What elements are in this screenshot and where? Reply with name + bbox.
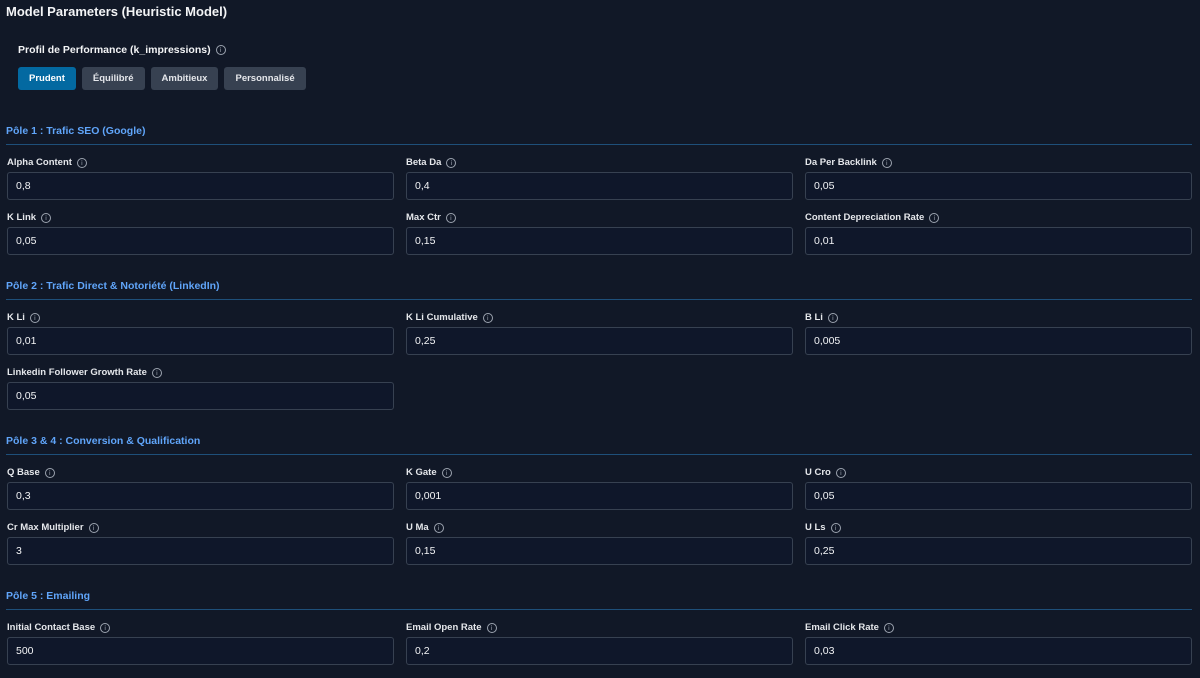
- alpha-content-input[interactable]: [7, 172, 394, 200]
- field-label-u-ls: U Ls i: [805, 522, 841, 533]
- info-icon[interactable]: i: [929, 212, 940, 223]
- field-label-k-gate: K Gate i: [406, 467, 452, 478]
- field-label-text: K Link: [7, 212, 37, 223]
- u-ma-input[interactable]: [406, 537, 793, 565]
- field-label-text: U Cro: [805, 467, 831, 478]
- field-label-text: U Ma: [406, 522, 429, 533]
- info-icon[interactable]: i: [151, 367, 162, 378]
- profile-button-group: Prudent Équilibré Ambitieux Personnalisé: [18, 67, 306, 90]
- page-title: Model Parameters (Heuristic Model): [6, 4, 228, 19]
- k-li-input[interactable]: [7, 327, 394, 355]
- u-ls-input[interactable]: [805, 537, 1192, 565]
- info-icon[interactable]: i: [29, 312, 40, 323]
- section-title-conversion: Pôle 3 & 4 : Conversion & Qualification: [6, 435, 201, 447]
- cr-max-multiplier-input[interactable]: [7, 537, 394, 565]
- section-divider: [6, 609, 1192, 610]
- initial-contact-base-input[interactable]: [7, 637, 394, 665]
- field-label-u-ma: U Ma i: [406, 522, 444, 533]
- field-label-u-cro: U Cro i: [805, 467, 846, 478]
- info-icon[interactable]: i: [88, 522, 99, 533]
- info-icon[interactable]: i: [215, 45, 226, 55]
- k-gate-input[interactable]: [406, 482, 793, 510]
- k-link-input[interactable]: [7, 227, 394, 255]
- section-divider: [6, 299, 1192, 300]
- field-label-text: Max Ctr: [406, 212, 441, 223]
- field-label-max-ctr: Max Ctr i: [406, 212, 456, 223]
- info-icon[interactable]: i: [100, 622, 111, 633]
- profile-button-personnalise[interactable]: Personnalisé: [224, 67, 306, 90]
- info-icon[interactable]: i: [883, 622, 894, 633]
- field-label-da-per-backlink: Da Per Backlink i: [805, 157, 892, 168]
- info-icon[interactable]: i: [830, 522, 841, 533]
- beta-da-input[interactable]: [406, 172, 793, 200]
- field-label-alpha-content: Alpha Content i: [7, 157, 87, 168]
- info-icon[interactable]: i: [441, 467, 452, 478]
- info-icon[interactable]: i: [445, 212, 456, 223]
- max-ctr-input[interactable]: [406, 227, 793, 255]
- field-label-text: Email Open Rate: [406, 622, 482, 633]
- field-label-text: K Gate: [406, 467, 437, 478]
- field-label-cr-max-multiplier: Cr Max Multiplier i: [7, 522, 99, 533]
- info-icon[interactable]: i: [881, 157, 892, 168]
- field-label-text: Beta Da: [406, 157, 442, 168]
- info-icon[interactable]: i: [827, 312, 838, 323]
- email-open-rate-input[interactable]: [406, 637, 793, 665]
- q-base-input[interactable]: [7, 482, 394, 510]
- da-per-backlink-input[interactable]: [805, 172, 1192, 200]
- profile-button-equilibre[interactable]: Équilibré: [81, 67, 145, 90]
- field-label-k-link: K Link i: [7, 212, 52, 223]
- profile-label-text: Profil de Performance (k_impressions): [18, 44, 211, 56]
- section-divider: [6, 144, 1192, 145]
- field-label-text: U Ls: [805, 522, 826, 533]
- field-label-text: Cr Max Multiplier: [7, 522, 84, 533]
- info-icon[interactable]: i: [433, 522, 444, 533]
- u-cro-input[interactable]: [805, 482, 1192, 510]
- field-label-content-depreciation-rate: Content Depreciation Rate i: [805, 212, 940, 223]
- field-label-text: Initial Contact Base: [7, 622, 96, 633]
- field-label-k-li: K Li i: [7, 312, 40, 323]
- field-label-b-li: B Li i: [805, 312, 838, 323]
- field-label-text: K Li Cumulative: [406, 312, 478, 323]
- field-label-email-click-rate: Email Click Rate i: [805, 622, 894, 633]
- k-li-cumulative-input[interactable]: [406, 327, 793, 355]
- field-label-email-open-rate: Email Open Rate i: [406, 622, 497, 633]
- field-label-linkedin-follower-growth-rate: Linkedin Follower Growth Rate i: [7, 367, 162, 378]
- field-label-q-base: Q Base i: [7, 467, 55, 478]
- section-title-seo: Pôle 1 : Trafic SEO (Google): [6, 125, 146, 137]
- field-label-text: K Li: [7, 312, 25, 323]
- section-title-linkedin: Pôle 2 : Trafic Direct & Notoriété (Link…: [6, 280, 220, 292]
- field-label-text: Email Click Rate: [805, 622, 879, 633]
- section-title-emailing: Pôle 5 : Emailing: [6, 590, 91, 602]
- section-divider: [6, 454, 1192, 455]
- field-label-k-li-cumulative: K Li Cumulative i: [406, 312, 493, 323]
- field-label-text: Linkedin Follower Growth Rate: [7, 367, 147, 378]
- profile-label: Profil de Performance (k_impressions) i: [18, 44, 226, 56]
- info-icon[interactable]: i: [486, 622, 497, 633]
- field-label-text: Content Depreciation Rate: [805, 212, 925, 223]
- field-label-text: Da Per Backlink: [805, 157, 877, 168]
- info-icon[interactable]: i: [482, 312, 493, 323]
- linkedin-follower-growth-rate-input[interactable]: [7, 382, 394, 410]
- profile-button-ambitieux[interactable]: Ambitieux: [150, 67, 219, 90]
- field-label-beta-da: Beta Da i: [406, 157, 457, 168]
- content-depreciation-rate-input[interactable]: [805, 227, 1192, 255]
- profile-button-prudent[interactable]: Prudent: [18, 67, 76, 90]
- model-parameters-panel: Model Parameters (Heuristic Model) Profi…: [0, 0, 1200, 678]
- field-label-text: Q Base: [7, 467, 40, 478]
- email-click-rate-input[interactable]: [805, 637, 1192, 665]
- info-icon[interactable]: i: [44, 467, 55, 478]
- b-li-input[interactable]: [805, 327, 1192, 355]
- field-label-text: B Li: [805, 312, 823, 323]
- info-icon[interactable]: i: [446, 157, 457, 168]
- field-label-initial-contact-base: Initial Contact Base i: [7, 622, 111, 633]
- info-icon[interactable]: i: [41, 212, 52, 223]
- info-icon[interactable]: i: [835, 467, 846, 478]
- info-icon[interactable]: i: [76, 157, 87, 168]
- field-label-text: Alpha Content: [7, 157, 72, 168]
